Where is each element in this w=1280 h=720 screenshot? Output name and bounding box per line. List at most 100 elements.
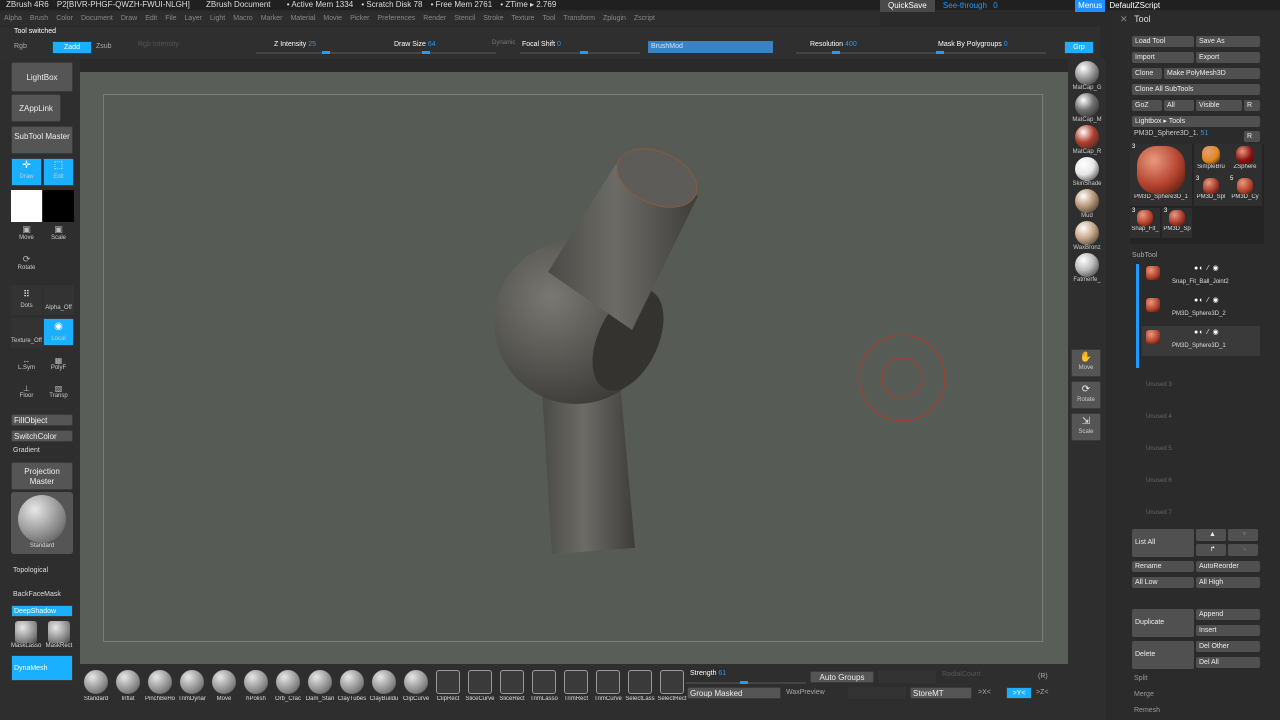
tool-thumbnail[interactable]: 3 PM3D_Sphere3D_1 bbox=[1130, 144, 1192, 206]
z-intensity-track[interactable] bbox=[256, 51, 376, 54]
brush-pinchbeho[interactable]: PinchBeHo bbox=[144, 668, 176, 706]
remesh-section[interactable]: Remesh bbox=[1134, 707, 1160, 714]
z-intensity-knob[interactable] bbox=[322, 51, 330, 54]
view-scale-button[interactable]: ⇲ Scale bbox=[1071, 413, 1101, 441]
menu-item-marker[interactable]: Marker bbox=[257, 12, 287, 26]
grp-toggle[interactable]: Grp bbox=[1064, 41, 1094, 54]
brush-claybuildu[interactable]: ClayBuildu bbox=[368, 668, 400, 706]
tool-thumbnail[interactable]: ZSphere bbox=[1228, 144, 1262, 176]
menu-item-preferences[interactable]: Preferences bbox=[374, 12, 420, 26]
menu-item-document[interactable]: Document bbox=[77, 12, 117, 26]
dynamesh-button[interactable]: DynaMesh bbox=[11, 655, 73, 681]
zapplink-button[interactable]: ZAppLink bbox=[11, 94, 61, 122]
material-matcap-m[interactable]: MatCap_M bbox=[1068, 93, 1106, 125]
view-move-button[interactable]: ✋ Move bbox=[1071, 349, 1101, 377]
subtool-master-button[interactable]: SubTool Master bbox=[11, 126, 73, 154]
del-other-button[interactable]: Del Other bbox=[1196, 641, 1260, 652]
material-matcap-g[interactable]: MatCap_G bbox=[1068, 61, 1106, 93]
merge-section[interactable]: Merge bbox=[1134, 691, 1154, 698]
z-intensity-slider[interactable]: Z Intensity 25 bbox=[274, 41, 316, 48]
radial-r-toggle[interactable]: (R) bbox=[1038, 673, 1048, 680]
subtool-row[interactable]: ●◐ ⁄ ◉ PM3D_Sphere3D_2 bbox=[1142, 294, 1260, 324]
texture-off-button[interactable]: Texture_Off bbox=[11, 318, 42, 348]
lsym-button[interactable]: ↔ L.Sym bbox=[11, 356, 42, 378]
viewport-model[interactable] bbox=[80, 72, 1068, 664]
dynamic-toggle[interactable]: Dynamic bbox=[492, 40, 515, 46]
menu-item-stroke[interactable]: Stroke bbox=[479, 12, 507, 26]
transp-button[interactable]: ▨ Transp bbox=[43, 384, 74, 406]
menu-item-picker[interactable]: Picker bbox=[346, 12, 373, 26]
menu-item-color[interactable]: Color bbox=[52, 12, 77, 26]
main-color-swatch[interactable] bbox=[11, 190, 42, 222]
menu-item-stencil[interactable]: Stencil bbox=[450, 12, 479, 26]
material-mud[interactable]: Mud bbox=[1068, 189, 1106, 221]
brush-clipcurve[interactable]: ClipCurve bbox=[400, 668, 432, 706]
tool-thumbnail[interactable]: 5 PM3D_Cy bbox=[1228, 176, 1262, 206]
secondary-color-swatch[interactable] bbox=[43, 190, 74, 222]
goz-button[interactable]: GoZ bbox=[1132, 100, 1162, 111]
material-waxbronz[interactable]: WaxBronz bbox=[1068, 221, 1106, 253]
menu-item-zplugin[interactable]: Zplugin bbox=[599, 12, 630, 26]
subtool-visibility-icon[interactable]: ●◐ ⁄ ◉ bbox=[1194, 296, 1220, 304]
menus-toggle[interactable]: Menus bbox=[1075, 0, 1106, 12]
floor-button[interactable]: ⊥ Floor bbox=[11, 384, 42, 406]
brush-dam-stan[interactable]: Dam_Stan bbox=[304, 668, 336, 706]
tool-thumbnail[interactable]: 3 PM3D_Spl bbox=[1194, 176, 1228, 206]
brush-move[interactable]: Move bbox=[208, 668, 240, 706]
clone-button[interactable]: Clone bbox=[1132, 68, 1162, 79]
projection-master-button[interactable]: Projection Master bbox=[11, 462, 73, 490]
brush-trimdynar[interactable]: TrimDynar bbox=[176, 668, 208, 706]
default-zscript-button[interactable]: DefaultZScript bbox=[1109, 1, 1160, 10]
menu-item-draw[interactable]: Draw bbox=[117, 12, 141, 26]
export-button[interactable]: Export bbox=[1196, 52, 1260, 63]
z-symmetry-toggle[interactable]: >Z< bbox=[1036, 689, 1048, 696]
brush-hpolish[interactable]: hPolish bbox=[240, 668, 272, 706]
tool-thumbnail[interactable]: SimpleBru bbox=[1194, 144, 1228, 176]
reorder-down-icon[interactable]: ↳ bbox=[1228, 544, 1258, 556]
switchcolor-button[interactable]: SwitchColor bbox=[11, 430, 73, 442]
rotate-mode-button[interactable]: ⟳ Rotate bbox=[11, 254, 42, 278]
stroke-dots-button[interactable]: ⠿ Dots bbox=[11, 285, 42, 315]
brush-slicerect[interactable]: SliceRect bbox=[496, 668, 528, 706]
move-down-icon[interactable]: ▼ bbox=[1228, 529, 1258, 541]
draw-size-track[interactable] bbox=[376, 51, 496, 54]
menu-item-edit[interactable]: Edit bbox=[141, 12, 161, 26]
y-symmetry-toggle[interactable]: >Y< bbox=[1006, 687, 1032, 699]
edit-mode-button[interactable]: ⬚ Edit bbox=[43, 158, 74, 186]
waxpreview-toggle[interactable]: WaxPreview bbox=[786, 689, 825, 696]
quicksave-button[interactable]: QuickSave bbox=[880, 0, 935, 12]
brush-cliprect[interactable]: ClipRect bbox=[432, 668, 464, 706]
auto-groups-button[interactable]: Auto Groups bbox=[810, 671, 874, 683]
import-button[interactable]: Import bbox=[1132, 52, 1194, 63]
current-tool-slider[interactable]: PM3D_Sphere3D_1. 51 bbox=[1134, 130, 1208, 137]
material-skinshade[interactable]: SkinShade bbox=[1068, 157, 1106, 189]
goz-all-button[interactable]: All bbox=[1164, 100, 1194, 111]
make-polymesh-button[interactable]: Make PolyMesh3D bbox=[1164, 68, 1260, 79]
strength-slider[interactable]: Strength 61 bbox=[690, 670, 726, 677]
rename-button[interactable]: Rename bbox=[1132, 561, 1194, 572]
zsub-toggle[interactable]: Zsub bbox=[96, 43, 112, 50]
seethrough-slider[interactable]: See-through 0 bbox=[943, 0, 1013, 12]
view-rotate-button[interactable]: ⟳ Rotate bbox=[1071, 381, 1101, 409]
draw-size-knob[interactable] bbox=[422, 51, 430, 54]
local-transform-button[interactable]: ◉ Local bbox=[43, 318, 74, 346]
resolution-track[interactable] bbox=[796, 51, 916, 54]
goz-r-button[interactable]: R bbox=[1244, 100, 1260, 111]
tool-thumbnail[interactable]: 3 Snap_Fit_ bbox=[1130, 208, 1160, 238]
menu-item-macro[interactable]: Macro bbox=[229, 12, 256, 26]
subtool-row[interactable]: ●◐ ⁄ ◉ PM3D_Sphere3D_1 bbox=[1142, 326, 1260, 356]
rgb-toggle[interactable]: Rgb bbox=[14, 43, 27, 50]
menu-item-zscript[interactable]: Zscript bbox=[630, 12, 659, 26]
fillobject-button[interactable]: FillObject bbox=[11, 414, 73, 426]
strength-knob[interactable] bbox=[740, 681, 748, 684]
duplicate-button[interactable]: Duplicate bbox=[1132, 609, 1194, 637]
brush-trimcurve[interactable]: TrimCurve bbox=[592, 668, 624, 706]
scale-mode-button[interactable]: ▣ Scale bbox=[43, 224, 74, 248]
menu-item-movie[interactable]: Movie bbox=[319, 12, 346, 26]
brush-selector[interactable]: Standard bbox=[11, 492, 73, 554]
alpha-off-button[interactable]: Alpha_Off bbox=[43, 285, 74, 315]
all-low-button[interactable]: All Low bbox=[1132, 577, 1194, 588]
masklasso-button[interactable]: MaskLasso bbox=[11, 621, 41, 651]
focal-shift-knob[interactable] bbox=[580, 51, 588, 54]
append-button[interactable]: Append bbox=[1196, 609, 1260, 620]
